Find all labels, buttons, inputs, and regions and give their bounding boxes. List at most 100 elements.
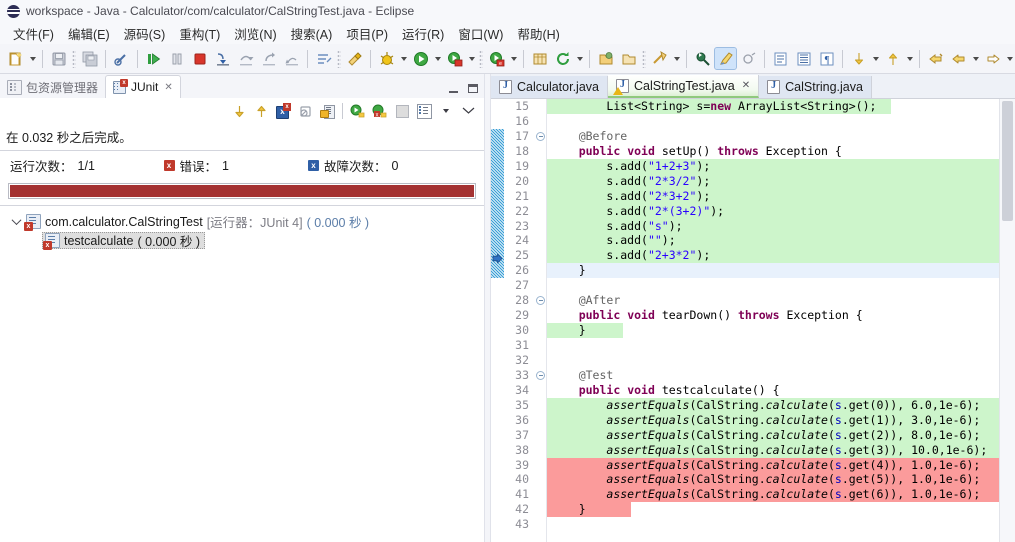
code-line[interactable]: public void setUp() throws Exception { <box>547 144 999 159</box>
run-icon[interactable] <box>410 48 431 69</box>
chevron-down-icon[interactable] <box>432 48 443 69</box>
editor-sash[interactable] <box>484 74 491 542</box>
view-tab-junit[interactable]: x JUnit ✕ <box>105 75 181 98</box>
code-line[interactable]: public void tearDown() throws Exception … <box>547 308 999 323</box>
code-line[interactable]: s.add("2+3*2"); <box>547 248 999 264</box>
save-icon[interactable] <box>48 48 69 69</box>
last-edit-location-icon[interactable] <box>925 48 946 69</box>
editor-tab-calstring[interactable]: CalString.java <box>759 76 872 98</box>
drop-to-frame-icon[interactable] <box>281 48 302 69</box>
view-menu-chevron-icon[interactable] <box>458 101 478 121</box>
chevron-down-icon[interactable] <box>1004 48 1015 69</box>
menu-item-1[interactable]: 文件(F) <box>6 22 61 45</box>
code-line[interactable]: assertEquals(CalString.calculate(s.get(2… <box>547 427 999 443</box>
menu-item-4[interactable]: 重构(T) <box>172 22 227 45</box>
code-line[interactable] <box>547 278 999 293</box>
code-line[interactable]: @After <box>547 293 999 308</box>
show-whitespace-icon[interactable] <box>770 48 791 69</box>
previous-failure-icon[interactable] <box>251 101 271 121</box>
refresh-icon[interactable] <box>552 48 573 69</box>
rerun-test-icon[interactable] <box>348 101 368 121</box>
chevron-down-icon[interactable] <box>904 48 915 69</box>
close-icon[interactable]: ✕ <box>164 82 172 93</box>
test-method-selected[interactable]: x testcalculate ( 0.000 秒 ) <box>42 232 206 250</box>
code-line[interactable]: assertEquals(CalString.calculate(s.get(0… <box>547 397 999 413</box>
back-icon[interactable] <box>948 48 969 69</box>
annotation-icon[interactable] <box>344 48 365 69</box>
fold-collapse-icon[interactable] <box>532 129 546 144</box>
terminate-icon[interactable] <box>189 48 210 69</box>
step-return-icon[interactable] <box>258 48 279 69</box>
chevron-down-icon[interactable] <box>870 48 881 69</box>
open-task-icon[interactable] <box>618 48 639 69</box>
save-all-icon[interactable] <box>79 48 100 69</box>
coverage-icon[interactable] <box>444 48 465 69</box>
quick-fix-icon[interactable] <box>111 48 132 69</box>
next-failure-icon[interactable] <box>229 101 249 121</box>
menu-item-5[interactable]: 浏览(N) <box>227 22 283 45</box>
code-line[interactable]: s.add("s"); <box>547 218 999 234</box>
editor-tab-calculator[interactable]: Calculator.java <box>491 76 608 98</box>
code-line[interactable]: public void testcalculate() { <box>547 383 999 398</box>
code-line[interactable]: assertEquals(CalString.calculate(s.get(5… <box>547 472 999 488</box>
code-line[interactable]: } <box>547 502 999 518</box>
code-line[interactable]: @Test <box>547 368 999 383</box>
chevron-down-icon[interactable] <box>466 48 477 69</box>
new-wizard-icon[interactable] <box>5 48 26 69</box>
fold-collapse-icon[interactable] <box>536 296 545 306</box>
fold-collapse-icon[interactable] <box>536 131 545 141</box>
editor-vertical-scrollbar[interactable] <box>999 99 1015 542</box>
new-java-package-icon[interactable] <box>529 48 550 69</box>
code-line[interactable]: assertEquals(CalString.calculate(s.get(4… <box>547 457 999 473</box>
menu-item-9[interactable]: 窗口(W) <box>451 22 510 45</box>
debug-icon[interactable] <box>376 48 397 69</box>
forward-icon[interactable] <box>982 48 1003 69</box>
maximize-icon[interactable] <box>468 84 478 93</box>
resume-icon[interactable] <box>143 48 164 69</box>
fold-collapse-icon[interactable] <box>532 293 546 308</box>
chevron-down-icon[interactable] <box>970 48 981 69</box>
history-icon[interactable] <box>392 101 412 121</box>
chevron-down-icon[interactable] <box>671 48 682 69</box>
code-line[interactable] <box>547 353 999 368</box>
skip-breakpoints-icon[interactable] <box>313 48 334 69</box>
scroll-lock-icon[interactable] <box>317 101 337 121</box>
code-line[interactable]: assertEquals(CalString.calculate(s.get(1… <box>547 412 999 428</box>
chevron-down-icon[interactable] <box>398 48 409 69</box>
view-tab-package-explorer[interactable]: 包资源管理器 <box>0 77 105 98</box>
minimize-icon[interactable] <box>447 83 459 94</box>
view-menu-list-icon[interactable] <box>414 101 434 121</box>
code-line[interactable]: } <box>547 263 999 279</box>
highlight-icon[interactable] <box>714 47 737 70</box>
view-menu-arrow-icon[interactable] <box>436 101 456 121</box>
code-editor[interactable]: 15 16 17 18 19 20 21 22 23 24 25 26 27 28 29 30 31 32 33 34… <box>491 99 1015 542</box>
fold-collapse-icon[interactable] <box>532 368 546 383</box>
chevron-down-icon[interactable] <box>574 48 585 69</box>
rerun-failed-tests-icon[interactable]: x <box>370 101 390 121</box>
code-line[interactable]: assertEquals(CalString.calculate(s.get(3… <box>547 442 999 458</box>
show-source-icon[interactable] <box>793 48 814 69</box>
open-type-icon[interactable] <box>595 48 616 69</box>
code-line[interactable]: @Before <box>547 129 999 144</box>
external-tools-icon[interactable]: e <box>486 48 507 69</box>
show-formatting-icon[interactable]: ¶ <box>816 48 837 69</box>
code-line[interactable]: s.add("2*3+2"); <box>547 188 999 204</box>
menu-item-6[interactable]: 搜索(A) <box>284 22 340 45</box>
close-icon[interactable]: ✕ <box>742 80 750 91</box>
menu-item-3[interactable]: 源码(S) <box>117 22 173 45</box>
step-into-icon[interactable] <box>212 48 233 69</box>
chevron-down-icon[interactable] <box>27 48 38 69</box>
code-line[interactable]: s.add(""); <box>547 233 999 249</box>
test-tree-method-row[interactable]: x testcalculate ( 0.000 秒 ) <box>0 231 484 250</box>
pin-editor-icon[interactable] <box>692 48 713 69</box>
code-line[interactable]: List<String> s=new ArrayList<String>(); <box>547 99 999 114</box>
suspend-icon[interactable] <box>166 48 187 69</box>
editor-tab-calstringtest[interactable]: CalStringTest.java ✕ <box>608 75 760 98</box>
scrollbar-thumb[interactable] <box>1002 101 1013 221</box>
code-line[interactable]: s.add("2*3/2"); <box>547 173 999 189</box>
annotation-ruler[interactable] <box>491 99 504 542</box>
junit-test-tree[interactable]: x com.calculator.CalStringTest [运行器：JUni… <box>0 205 484 542</box>
previous-annotation-icon[interactable] <box>882 48 903 69</box>
menu-item-7[interactable]: 项目(P) <box>339 22 395 45</box>
code-line[interactable] <box>547 338 999 353</box>
